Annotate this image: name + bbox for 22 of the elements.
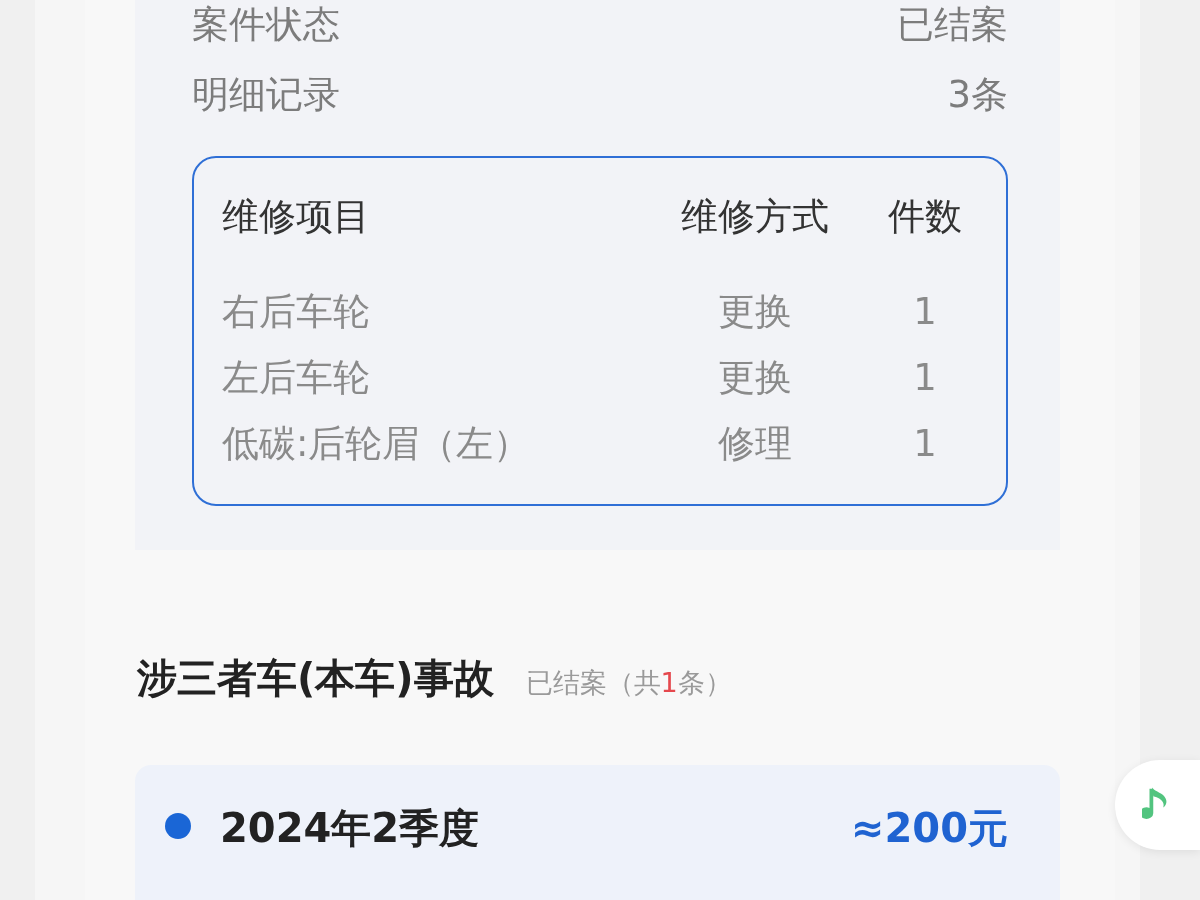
column-header: 件数 [887, 194, 963, 240]
table-cell-text: 1 [912, 355, 938, 401]
dot-icon [165, 813, 191, 839]
table-cell-text: 低碳:后轮眉（左） [222, 421, 532, 467]
table-cell-text: 左后车轮 [222, 355, 371, 401]
field-value: 3条 [947, 72, 1008, 118]
table-cell-text: 更换 [717, 289, 793, 335]
table-cell-text: 修理 [717, 421, 793, 467]
section-status: 已结案（共1条） [525, 666, 732, 700]
table-cell-text: 右后车轮 [222, 289, 371, 335]
section-title: 涉三者车(本车)事故 [137, 654, 494, 703]
table-cell-text: 1 [912, 421, 938, 467]
column-header: 维修项目 [222, 194, 371, 240]
field-label: 明细记录 [192, 72, 340, 118]
field-label: 案件状态 [192, 2, 340, 48]
column-header: 维修方式 [680, 194, 830, 240]
record-amount: ≈200元 [851, 804, 1008, 853]
music-button[interactable] [1115, 760, 1200, 850]
table-cell-text: 更换 [717, 355, 793, 401]
field-value: 已结案 [897, 2, 1008, 48]
table-cell-text: 1 [912, 289, 938, 335]
record-period: 2024年2季度 [220, 804, 480, 853]
